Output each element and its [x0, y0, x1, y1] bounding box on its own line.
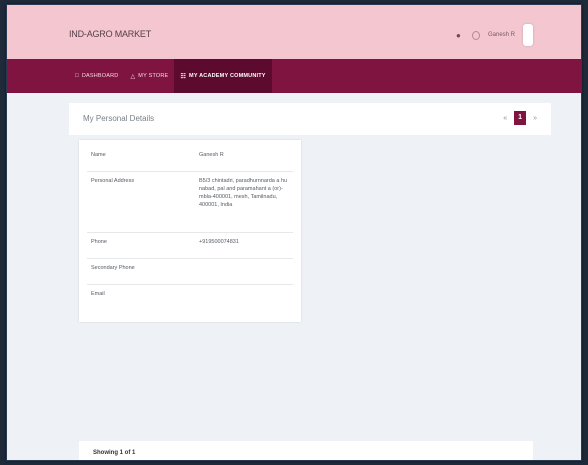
main-nav: □ DASHBOARD △ MY STORE ☷ MY ACADEMY COMM… — [7, 59, 581, 93]
user-icon[interactable] — [471, 30, 480, 40]
top-header: IND-AGRO MARKET ● Ganesh R — [7, 5, 581, 59]
table-row: Name Ganesh R — [87, 146, 293, 172]
table-row: Personal Address B5/3 chintadri, paradhu… — [87, 171, 293, 233]
nav-item-label: DASHBOARD — [81, 73, 119, 79]
nav-item-label: MY ACADEMY COMMUNITY — [189, 73, 266, 79]
bell-icon[interactable]: ● — [456, 31, 464, 40]
details-table: Name Ganesh R Personal Address B5/3 chin… — [87, 146, 293, 310]
page-header: My Personal Details « 1 » — [69, 103, 551, 135]
pagination: « 1 » — [503, 111, 537, 125]
showing-count: Showing 1 of 1 — [93, 450, 136, 456]
detail-value — [195, 258, 293, 285]
table-row: Secondary Phone — [87, 258, 293, 285]
nav-item-my-store[interactable]: △ MY STORE — [124, 59, 174, 93]
avatar[interactable] — [523, 24, 533, 46]
table-row: Phone +919500074831 — [87, 232, 293, 259]
detail-label: Email — [91, 291, 105, 297]
results-footer: Showing 1 of 1 — [79, 441, 533, 460]
header-actions: ● Ganesh R — [456, 24, 533, 46]
page-title: My Personal Details — [83, 114, 155, 123]
community-icon: ☷ — [180, 73, 187, 80]
nav-item-label: MY STORE — [138, 73, 169, 79]
pager-next-button[interactable]: » — [533, 115, 537, 122]
detail-value: B5/3 chintadri, paradhurnnarda a hu naba… — [195, 171, 293, 233]
detail-value — [195, 285, 293, 311]
detail-label: Name — [87, 146, 195, 172]
nav-item-community[interactable]: ☷ MY ACADEMY COMMUNITY — [174, 59, 272, 93]
user-name[interactable]: Ganesh R — [488, 32, 515, 38]
nav-item-dashboard[interactable]: □ DASHBOARD — [69, 59, 124, 93]
detail-value: Ganesh R — [195, 146, 293, 172]
detail-label: Personal Address — [87, 171, 195, 233]
pager-prev-button[interactable]: « — [503, 115, 507, 122]
pager-current-page[interactable]: 1 — [514, 111, 527, 125]
dashboard-icon: □ — [75, 73, 79, 79]
detail-label: Phone — [87, 232, 195, 259]
personal-details-card: Name Ganesh R Personal Address B5/3 chin… — [79, 140, 301, 322]
table-row: Email — [87, 285, 293, 311]
app-window: IND-AGRO MARKET ● Ganesh R □ DASHBOARD △… — [6, 4, 582, 461]
store-icon: △ — [130, 73, 136, 80]
brand-logo[interactable]: IND-AGRO MARKET — [69, 29, 151, 39]
detail-value: +919500074831 — [195, 232, 293, 259]
detail-label: Secondary Phone — [87, 258, 195, 285]
